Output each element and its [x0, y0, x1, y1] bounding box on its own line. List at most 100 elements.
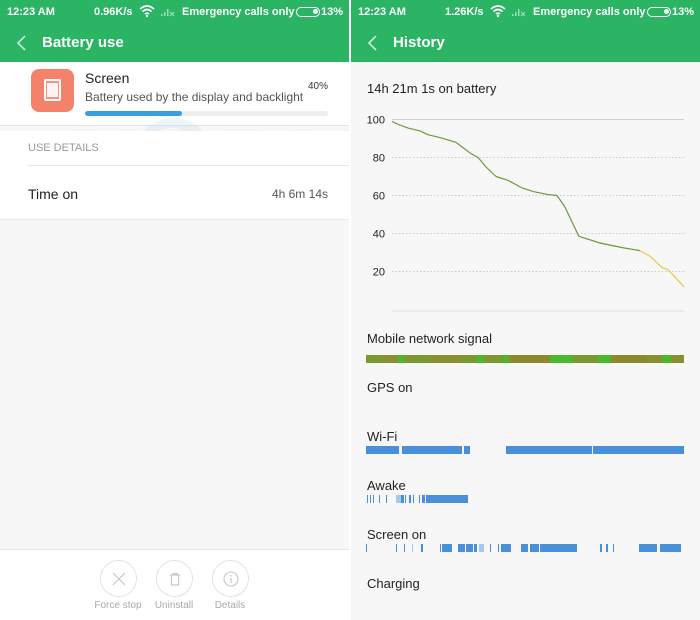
- close-icon: [112, 572, 125, 586]
- timeline-segment: [366, 544, 368, 552]
- battery-line-segment: [639, 250, 651, 257]
- battery-line-segment: [439, 136, 457, 143]
- battery-use-screen: 12:23 AM 0.96K/s Emergency calls only 13…: [0, 0, 349, 620]
- timeline-segment: [401, 446, 463, 454]
- timeline-segment: [442, 544, 452, 552]
- timeline-segment: [501, 544, 511, 552]
- battery-icon: [296, 7, 320, 17]
- timeline-segment: [661, 355, 672, 363]
- network-speed: 0.96K/s: [94, 6, 133, 18]
- timeline-segment: [606, 544, 608, 552]
- timeline-segment: [520, 544, 529, 552]
- track-label-charging: Charging: [367, 576, 420, 591]
- timeline-segment: [386, 495, 388, 503]
- timeline-segment: [550, 355, 573, 363]
- timeline-segment: [379, 495, 381, 503]
- time-on-value: 4h 6m 14s: [271, 187, 328, 201]
- battery-line-segment: [427, 134, 441, 139]
- timeline-segment: [505, 446, 593, 454]
- uninstall-label: Uninstall: [154, 600, 194, 611]
- timeline-segment: [461, 355, 478, 363]
- app-bar: History: [351, 24, 700, 62]
- battery-line-segment: [507, 179, 523, 189]
- timeline-segment: [572, 355, 599, 363]
- timeline-segment: [369, 495, 372, 503]
- battery-history-chart: 100 80 60 40 20: [367, 115, 685, 312]
- battery-line-segment: [470, 153, 479, 159]
- usage-progress-fill: [85, 111, 183, 116]
- track-screen-on: [366, 544, 684, 552]
- battery-line-segment: [455, 141, 462, 147]
- timeline-segment: [463, 446, 470, 454]
- battery-line-segment: [649, 255, 663, 269]
- timeline-segment: [466, 544, 474, 552]
- section-header: USE DETAILS: [28, 142, 99, 154]
- timeline-segment: [372, 495, 375, 503]
- battery-line-segment: [556, 195, 566, 208]
- y-tick-label: 100: [367, 115, 385, 127]
- timeline-segment: [412, 544, 414, 552]
- battery-line-segment: [419, 130, 429, 136]
- battery-icon: [647, 7, 671, 17]
- battery-line-segment: [407, 127, 421, 132]
- timeline-segment: [529, 544, 540, 552]
- app-bar: Battery use: [0, 24, 349, 62]
- info-icon: [222, 571, 239, 587]
- y-tick-label: 80: [373, 153, 385, 165]
- phone-screen-icon: [31, 69, 74, 112]
- timeline-segment: [405, 495, 407, 503]
- timeline-segment: [404, 544, 406, 552]
- details-button[interactable]: Details: [200, 560, 260, 611]
- timeline-segment: [381, 355, 398, 363]
- track-label-screen-on: Screen on: [367, 527, 427, 542]
- timeline-segment: [421, 544, 423, 552]
- track-label-gps: GPS on: [367, 380, 413, 395]
- timeline-segment: [413, 495, 415, 503]
- timeline-segment: [509, 355, 551, 363]
- uninstall-button[interactable]: Uninstall: [144, 560, 204, 611]
- timeline-segment: [423, 495, 426, 503]
- timeline-segment: [613, 544, 615, 552]
- y-tick-label: 40: [373, 229, 385, 241]
- timeline-segment: [474, 544, 478, 552]
- timeline-segment: [395, 544, 398, 552]
- timeline-segment: [539, 544, 578, 552]
- battery-line-segment: [521, 187, 535, 193]
- carrier-text: Emergency calls only: [182, 6, 295, 18]
- track-gps: [366, 404, 684, 412]
- battery-line-segment: [667, 269, 685, 288]
- battery-percent: 13%: [320, 6, 343, 18]
- battery-line-segment: [578, 235, 601, 244]
- back-chevron-icon[interactable]: [367, 35, 379, 51]
- timeline-segment: [490, 544, 492, 552]
- use-details-section: USE DETAILS Time on 4h 6m 14s: [0, 131, 349, 220]
- battery-duration-summary: 14h 21m 1s on battery: [367, 81, 497, 96]
- usage-percent: 40%: [307, 81, 328, 92]
- details-label: Details: [214, 600, 246, 611]
- battery-line-segment: [661, 267, 669, 271]
- timeline-segment: [483, 355, 503, 363]
- status-time: 12:23 AM: [358, 6, 406, 18]
- timeline-segment: [408, 495, 411, 503]
- battery-line-segment: [547, 193, 558, 197]
- status-bar: 12:23 AM 1.26K/s Emergency calls only 13…: [351, 0, 700, 24]
- status-bar: 12:23 AM 0.96K/s Emergency calls only 13…: [0, 0, 349, 24]
- timeline-segment: [659, 544, 681, 552]
- timeline-segment: [600, 544, 602, 552]
- usage-progress-bar: [85, 111, 328, 116]
- force-stop-label: Force stop: [94, 600, 142, 611]
- battery-line-segment: [495, 175, 509, 181]
- back-chevron-icon[interactable]: [16, 35, 28, 51]
- usage-item-name: Screen: [85, 70, 130, 86]
- timeline-segment: [497, 544, 500, 552]
- wifi-icon: [490, 5, 506, 18]
- battery-line-segment: [460, 145, 472, 155]
- force-stop-button[interactable]: Force stop: [88, 560, 148, 611]
- timeline-segment: [419, 495, 421, 503]
- battery-percent: 13%: [671, 6, 694, 18]
- wifi-icon: [139, 5, 155, 18]
- timeline-segment: [426, 495, 469, 503]
- timeline-segment: [404, 355, 430, 363]
- timeline-segment: [671, 355, 684, 363]
- battery-line-segment: [599, 242, 624, 249]
